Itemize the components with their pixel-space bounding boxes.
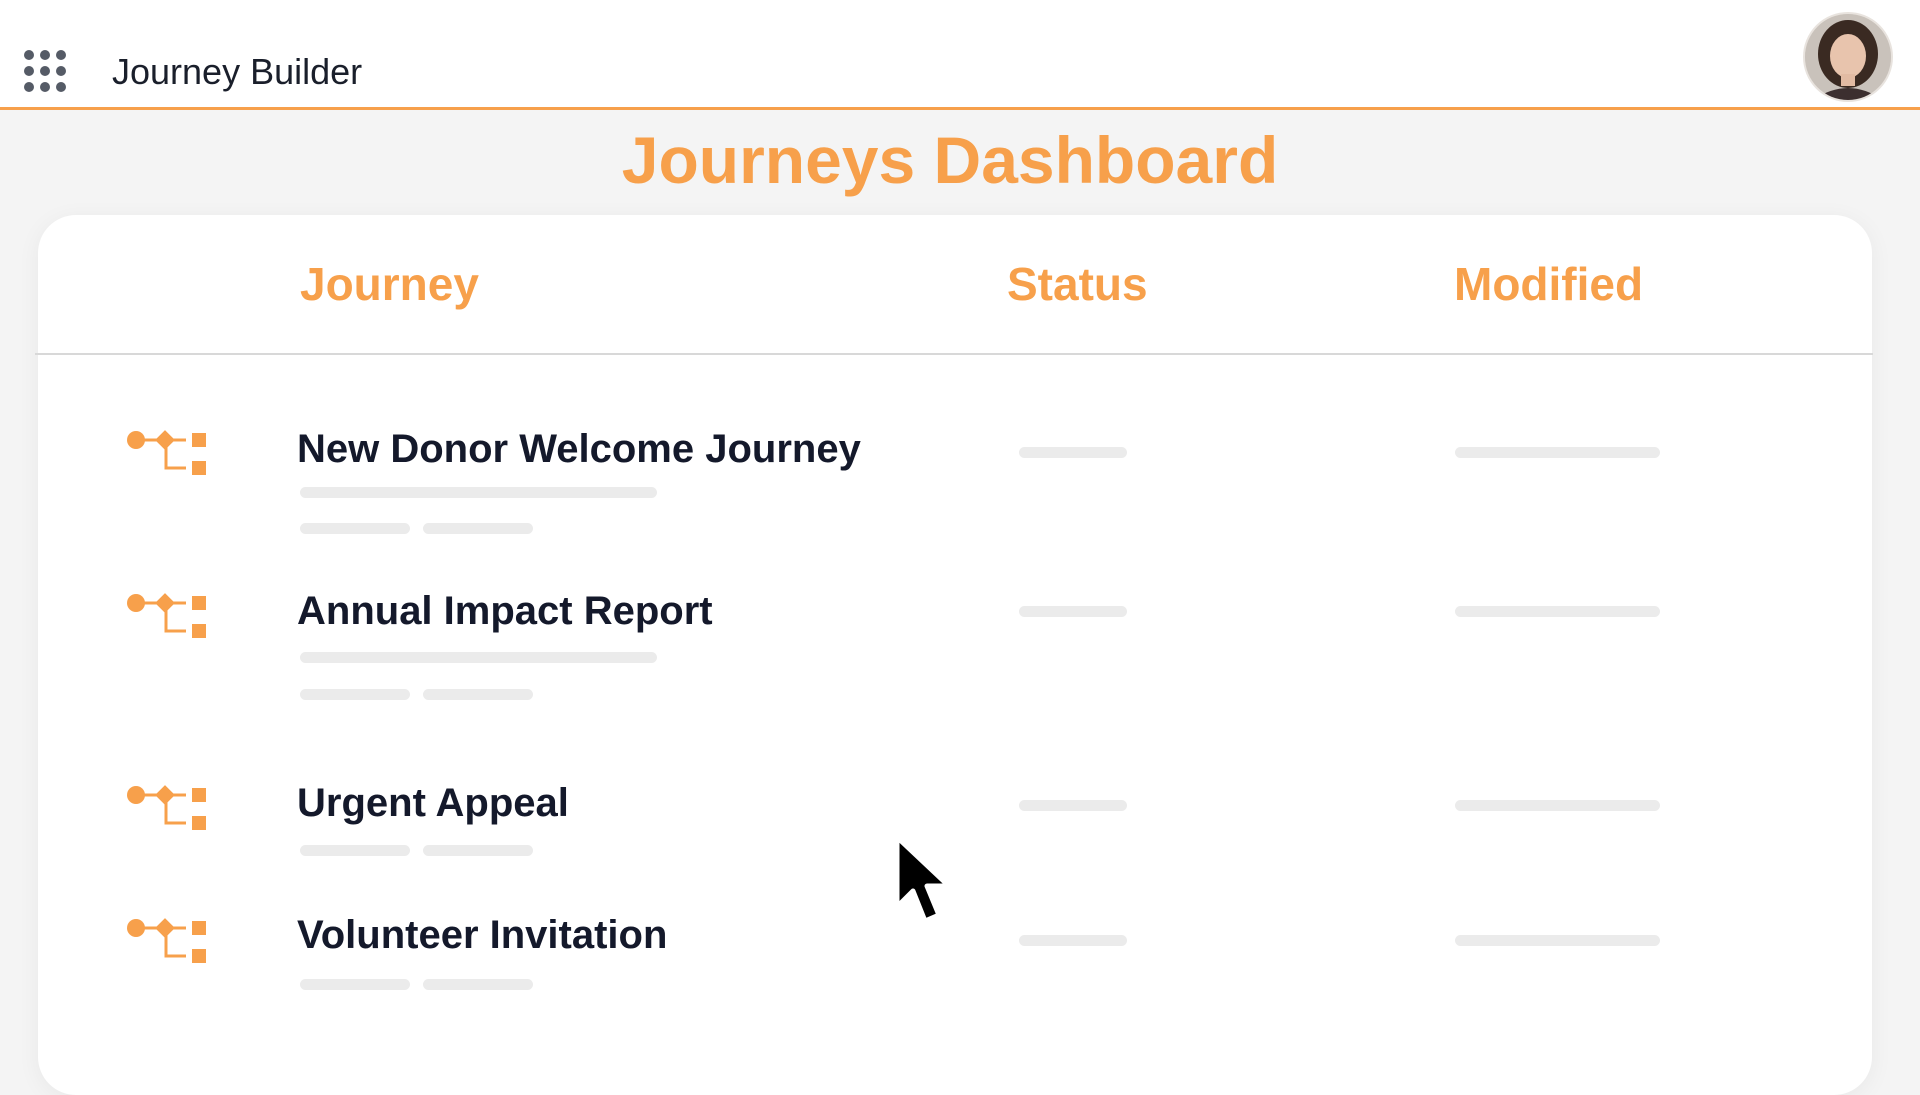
app-name: Journey Builder [112,51,363,92]
status-placeholder [1019,800,1127,811]
modified-placeholder [1455,800,1660,811]
modified-placeholder [1455,935,1660,946]
meta-placeholder [300,689,410,700]
journey-name[interactable]: Urgent Appeal [297,779,569,827]
modified-placeholder [1455,606,1660,617]
journey-name[interactable]: New Donor Welcome Journey [297,425,861,473]
status-placeholder [1019,935,1127,946]
status-placeholder [1019,606,1127,617]
status-placeholder [1019,447,1127,458]
journey-flow-icon [127,918,206,963]
meta-placeholder [300,845,410,856]
header-divider [35,353,1873,355]
meta-placeholder [423,689,533,700]
top-bar: Journey Builder [0,0,1920,110]
description-placeholder [300,487,657,498]
journey-flow-icon [127,430,206,475]
meta-placeholder [423,979,533,990]
meta-placeholder [300,523,410,534]
meta-placeholder [300,979,410,990]
modified-placeholder [1455,447,1660,458]
meta-placeholder [423,523,533,534]
user-avatar[interactable] [1803,12,1893,102]
journey-name[interactable]: Annual Impact Report [297,587,713,635]
column-header-status[interactable]: Status [1007,256,1148,312]
journey-flow-icon [127,785,206,830]
journey-name[interactable]: Volunteer Invitation [297,911,667,959]
page-title: Journeys Dashboard [621,123,1279,197]
column-header-journey[interactable]: Journey [300,256,479,312]
column-header-modified[interactable]: Modified [1454,256,1643,312]
user-avatar-image [1805,14,1891,100]
journey-flow-icon [127,593,206,638]
app-launcher-icon[interactable] [24,50,70,96]
meta-placeholder [423,845,533,856]
description-placeholder [300,652,657,663]
